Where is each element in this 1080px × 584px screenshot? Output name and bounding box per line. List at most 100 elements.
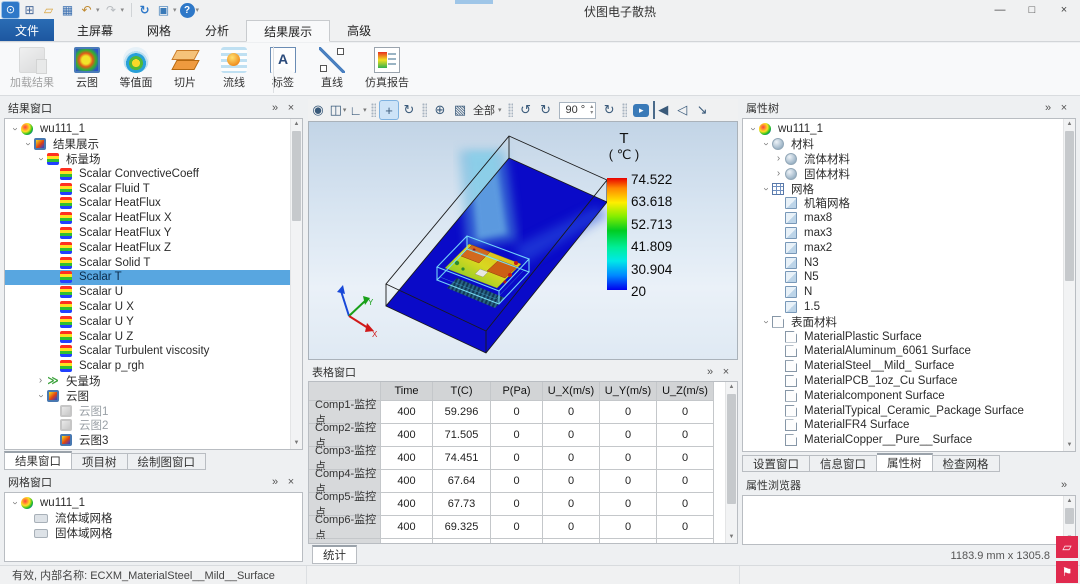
- tree-item[interactable]: N5: [743, 270, 1063, 285]
- ribbon-button[interactable]: 仿真报告: [358, 43, 416, 95]
- snapshot-icon[interactable]: ▣: [155, 2, 172, 18]
- dropdown-caret-icon[interactable]: ▾: [96, 6, 100, 14]
- undo-icon[interactable]: ↶: [78, 2, 95, 18]
- collapse-panel-icon[interactable]: »: [1056, 479, 1072, 491]
- rotate-view-icon[interactable]: ↻: [600, 101, 618, 119]
- tree-item[interactable]: ›wu111_1: [5, 496, 302, 511]
- scroll-down-icon[interactable]: ▼: [726, 532, 737, 543]
- tree-item[interactable]: Scalar HeatFlux Y: [5, 226, 290, 241]
- scroll-down-icon[interactable]: ▼: [291, 438, 302, 449]
- ribbon-button[interactable]: 直线: [309, 43, 355, 95]
- panel-tab[interactable]: 属性树: [877, 453, 933, 472]
- tree-item[interactable]: MaterialAluminum_6061 Surface: [743, 344, 1063, 359]
- scroll-up-icon[interactable]: ▲: [291, 119, 302, 130]
- table-row-name[interactable]: Comp6-监控点: [309, 516, 381, 539]
- tree-item[interactable]: Scalar Solid T: [5, 255, 290, 270]
- tree-item[interactable]: 云图2: [5, 418, 290, 433]
- tree-item[interactable]: MaterialPlastic Surface: [743, 329, 1063, 344]
- minimize-icon[interactable]: —: [984, 0, 1016, 20]
- tree-item[interactable]: Scalar U Y: [5, 314, 290, 329]
- tree-item[interactable]: N: [743, 285, 1063, 300]
- dropdown-caret-icon[interactable]: ▾: [173, 6, 177, 14]
- collapse-expander-icon[interactable]: ›: [36, 153, 46, 164]
- tree-item[interactable]: ›固体材料: [743, 166, 1063, 181]
- expand-expander-icon[interactable]: ›: [35, 376, 46, 386]
- pan-icon[interactable]: +: [380, 101, 398, 119]
- panel-tab[interactable]: 项目树: [72, 453, 128, 470]
- panel-tab[interactable]: 绘制图窗口: [128, 453, 207, 470]
- collapse-panel-icon[interactable]: »: [702, 366, 718, 378]
- ribbon-button[interactable]: 切片: [162, 43, 208, 95]
- snapshot-view-icon[interactable]: ◉: [309, 101, 327, 119]
- view-orientation-icon[interactable]: ∟▾: [349, 101, 367, 119]
- tree-item[interactable]: ›表面材料: [743, 314, 1063, 329]
- panel-tab[interactable]: 结果窗口: [4, 451, 72, 470]
- collapse-expander-icon[interactable]: ›: [761, 139, 771, 150]
- ribbon-button[interactable]: 等值面: [113, 43, 159, 95]
- tree-item[interactable]: 固体域网格: [5, 526, 302, 541]
- open-file-icon[interactable]: ▱: [40, 2, 57, 18]
- tree-item[interactable]: Scalar U X: [5, 300, 290, 315]
- collapse-expander-icon[interactable]: ›: [23, 139, 33, 150]
- tree-item[interactable]: MaterialSteel__Mild_ Surface: [743, 359, 1063, 374]
- save-icon[interactable]: ▦: [59, 2, 76, 18]
- flag-overlay-icon[interactable]: ⚑: [1056, 561, 1078, 583]
- results-tree-scrollbar[interactable]: ▲ ▼: [290, 119, 302, 449]
- collapse-panel-icon[interactable]: »: [267, 476, 283, 488]
- tree-item[interactable]: Scalar U Z: [5, 329, 290, 344]
- tree-item[interactable]: N3: [743, 255, 1063, 270]
- close-panel-icon[interactable]: ×: [718, 366, 734, 378]
- tree-item[interactable]: MaterialCopper__Pure__Surface: [743, 433, 1063, 448]
- menu-tab[interactable]: 分析: [188, 19, 246, 41]
- tree-item[interactable]: Scalar HeatFlux X: [5, 211, 290, 226]
- tree-item[interactable]: ›网格: [743, 181, 1063, 196]
- tree-item[interactable]: MaterialTypical_Ceramic_Package Surface: [743, 403, 1063, 418]
- tree-item[interactable]: Scalar p_rgh: [5, 359, 290, 374]
- collapse-expander-icon[interactable]: ›: [36, 390, 46, 401]
- ribbon-button[interactable]: 流线: [211, 43, 257, 95]
- tree-item[interactable]: ›材料: [743, 137, 1063, 152]
- tree-item[interactable]: 1.5: [743, 300, 1063, 315]
- statistics-tab[interactable]: 统计: [312, 545, 357, 564]
- collapse-panel-icon[interactable]: »: [1040, 102, 1056, 114]
- tree-item[interactable]: ›云图: [5, 388, 290, 403]
- expand-expander-icon[interactable]: ›: [773, 154, 784, 164]
- panel-tab[interactable]: 设置窗口: [742, 455, 810, 472]
- close-panel-icon[interactable]: ×: [283, 102, 299, 114]
- table-scrollbar[interactable]: ▲ ▼: [725, 382, 737, 543]
- tree-item[interactable]: 云图1: [5, 403, 290, 418]
- tree-item[interactable]: Scalar ConvectiveCoeff: [5, 166, 290, 181]
- zoom-window-icon[interactable]: ⊕: [431, 101, 449, 119]
- scope-dropdown[interactable]: 全部▾: [473, 102, 502, 118]
- rotate-left-icon[interactable]: ↺: [517, 101, 535, 119]
- menu-tab[interactable]: 结果展示: [246, 20, 330, 42]
- new-file-icon[interactable]: ⊞: [21, 2, 38, 18]
- tree-item[interactable]: Scalar HeatFlux Z: [5, 240, 290, 255]
- tree-item[interactable]: ›流体材料: [743, 152, 1063, 167]
- tree-item[interactable]: Scalar T: [5, 270, 290, 285]
- rotate-right-icon[interactable]: ↻: [537, 101, 555, 119]
- help-icon[interactable]: ?: [180, 3, 195, 18]
- folder-overlay-icon[interactable]: ▱: [1056, 536, 1078, 558]
- tree-item[interactable]: 等值面: [5, 448, 290, 450]
- close-panel-icon[interactable]: ×: [283, 476, 299, 488]
- scroll-down-icon[interactable]: ▼: [1064, 440, 1075, 451]
- scroll-up-icon[interactable]: ▲: [1064, 496, 1075, 507]
- menu-tab[interactable]: 文件: [0, 19, 54, 41]
- tree-item[interactable]: 云图3: [5, 433, 290, 448]
- fit-expand-icon[interactable]: ↘: [693, 101, 711, 119]
- app-logo-icon[interactable]: ⊙: [2, 2, 19, 18]
- close-icon[interactable]: ×: [1048, 0, 1080, 20]
- spinner-arrows-icon[interactable]: ▴▾: [590, 104, 593, 116]
- tree-item[interactable]: ›≫矢量场: [5, 374, 290, 389]
- menu-tab[interactable]: 主屏幕: [60, 19, 130, 41]
- record-icon[interactable]: ▸: [633, 104, 649, 117]
- tree-item[interactable]: Scalar U: [5, 285, 290, 300]
- tree-item[interactable]: Scalar Fluid T: [5, 181, 290, 196]
- collapse-expander-icon[interactable]: ›: [10, 498, 20, 509]
- expand-expander-icon[interactable]: ›: [773, 169, 784, 179]
- panel-tab[interactable]: 检查网格: [933, 455, 1000, 472]
- collapse-expander-icon[interactable]: ›: [10, 124, 20, 135]
- tree-item[interactable]: max2: [743, 240, 1063, 255]
- prev-frame-icon[interactable]: ◁: [673, 101, 691, 119]
